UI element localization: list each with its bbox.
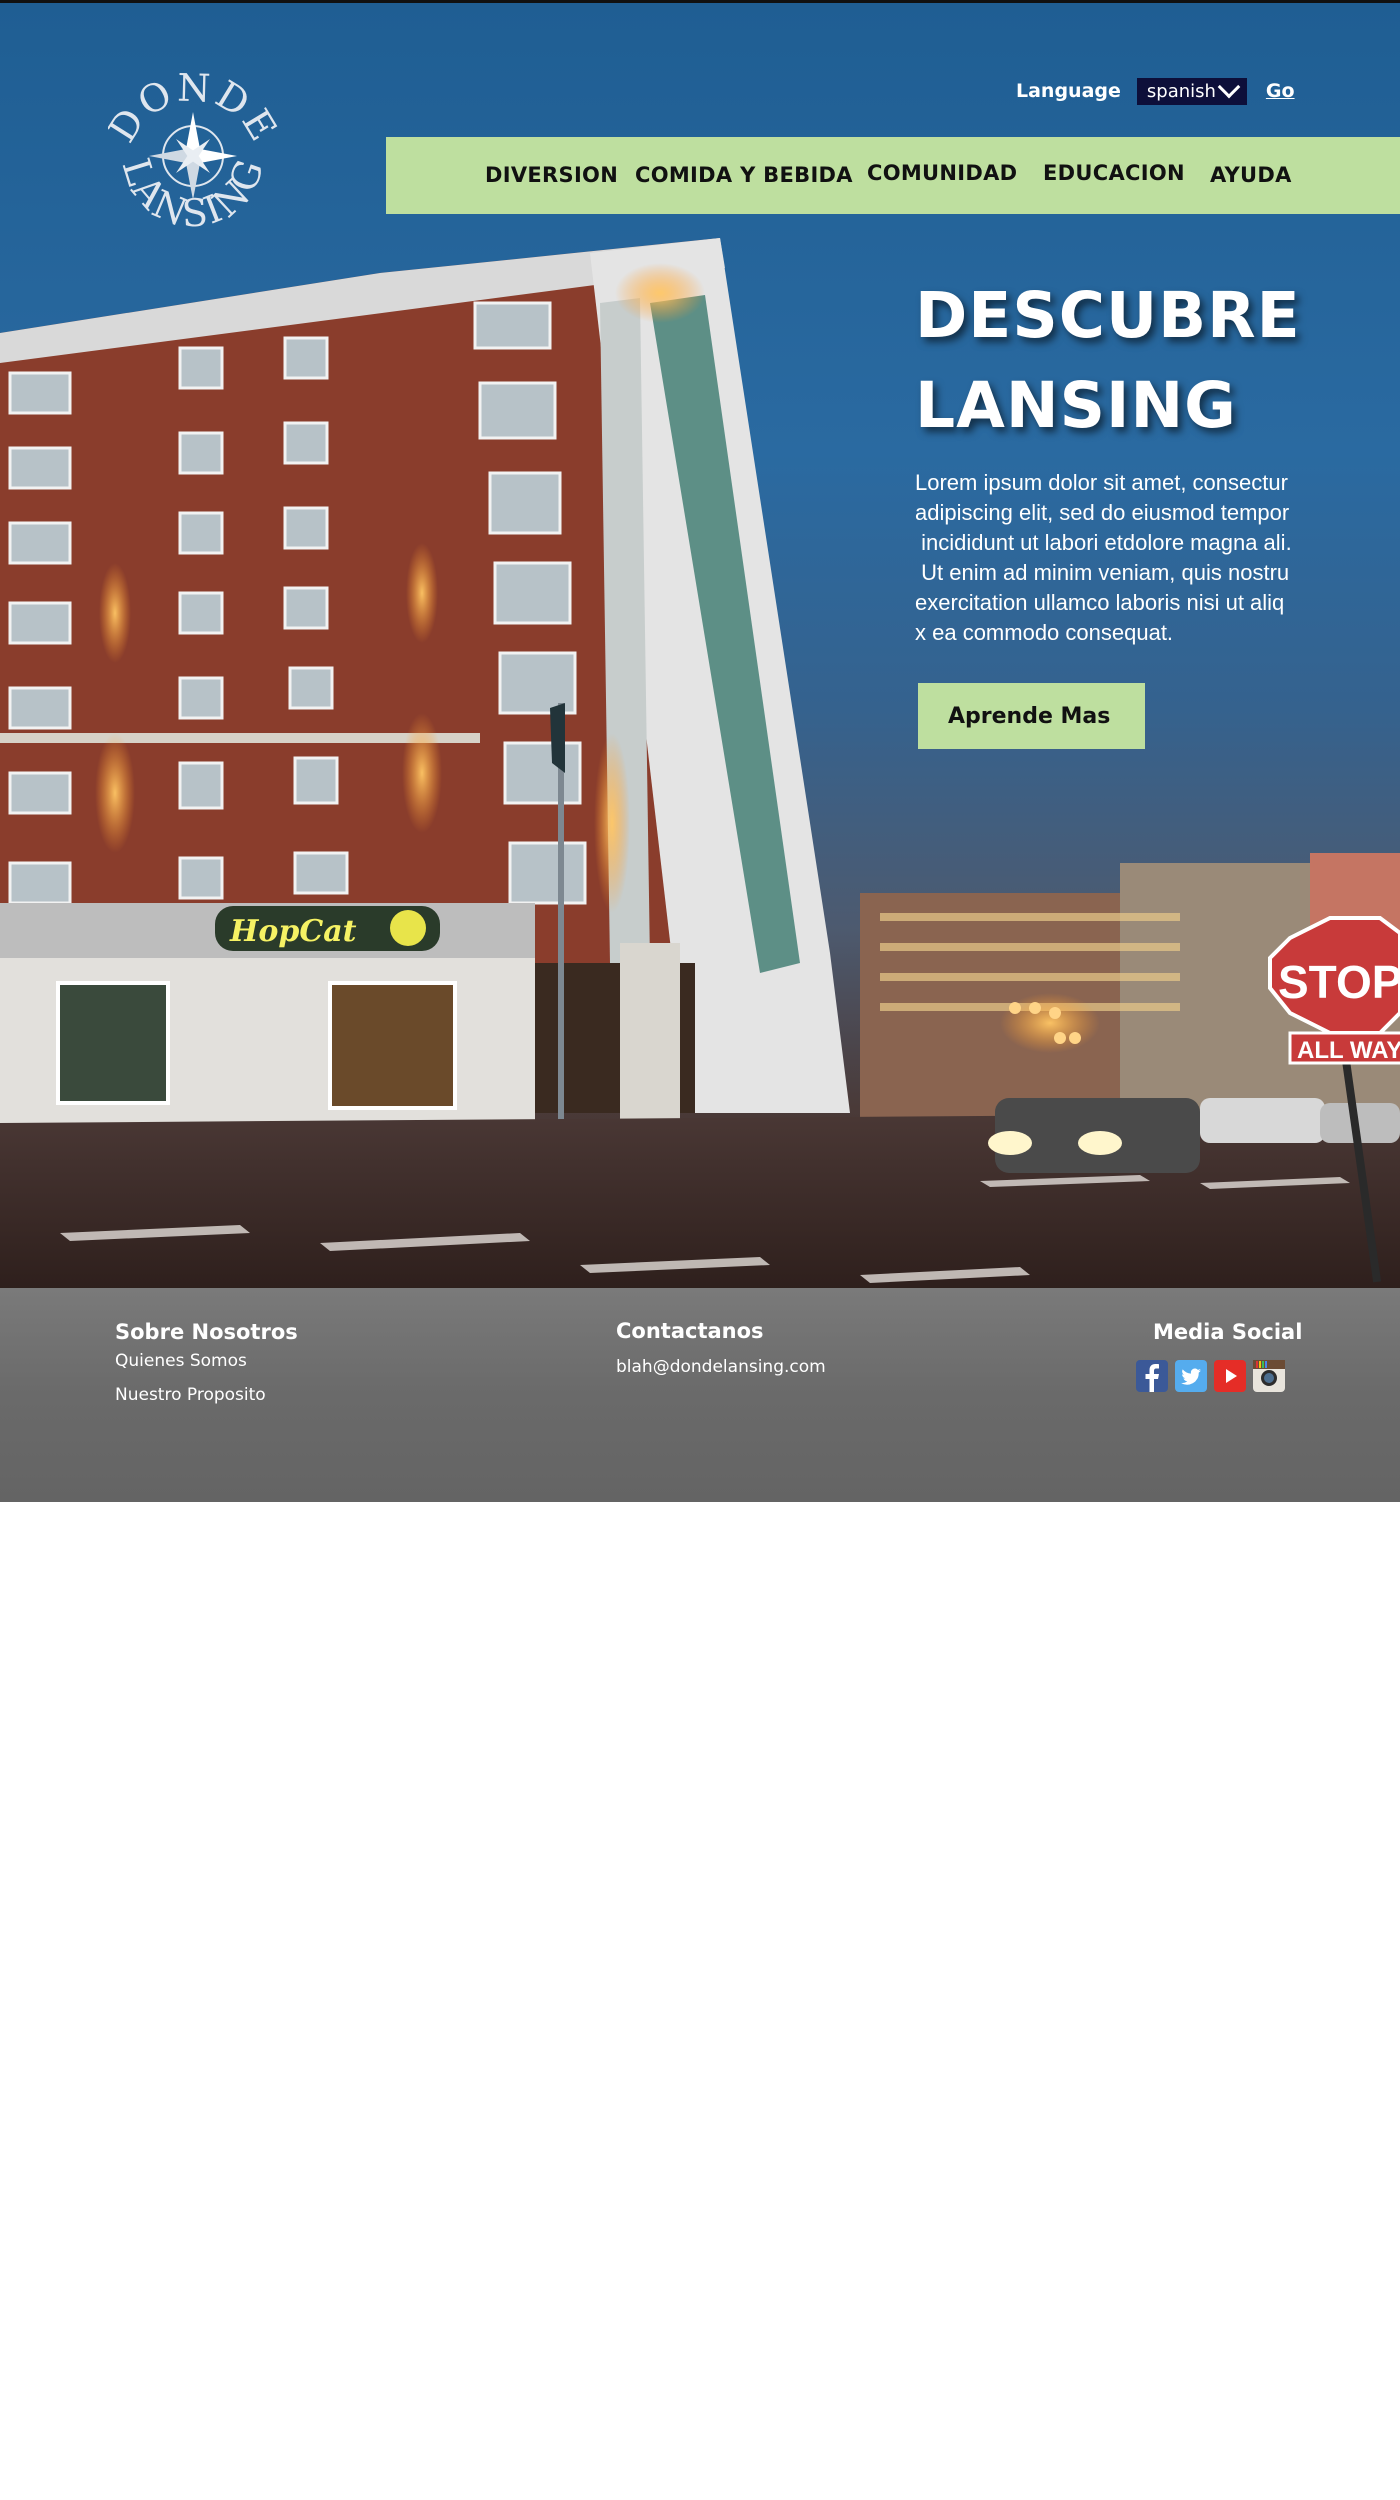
main-nav: DIVERSION COMIDA Y BEBIDA COMUNIDAD EDUC… bbox=[386, 137, 1400, 214]
facebook-icon[interactable] bbox=[1136, 1360, 1168, 1392]
hero-section: HopCat STOP ALL WAY OND LANSING Language… bbox=[0, 0, 1400, 1288]
hero-title-line-1: DESCUBRE bbox=[915, 279, 1301, 352]
language-select[interactable]: spanish bbox=[1136, 75, 1247, 105]
language-selected-value: spanish bbox=[1146, 80, 1216, 102]
social-heading: Media Social bbox=[1153, 1320, 1303, 1344]
instagram-icon[interactable] bbox=[1253, 1360, 1285, 1392]
hero-description-line: Lorem ipsum dolor sit amet, consectur bbox=[915, 470, 1288, 495]
nav-item-diversion[interactable]: DIVERSION bbox=[485, 163, 618, 187]
stop-sign: STOP bbox=[1278, 956, 1400, 1008]
chevron-down-icon bbox=[1217, 75, 1241, 98]
hero-description: Lorem ipsum dolor sit amet, consectur ad… bbox=[915, 468, 1295, 648]
footer: Sobre Nosotros Quienes Somos Nuestro Pro… bbox=[0, 1288, 1400, 1502]
language-selector-row: Language spanish Go bbox=[1016, 75, 1295, 105]
nav-item-ayuda[interactable]: AYUDA bbox=[1210, 163, 1292, 187]
about-link-nuestro-proposito[interactable]: Nuestro Proposito bbox=[115, 1385, 266, 1405]
about-heading: Sobre Nosotros bbox=[115, 1320, 298, 1344]
nav-item-educacion[interactable]: EDUCACION bbox=[1043, 161, 1185, 185]
hero-description-line: incididunt ut labori etdolore magna ali. bbox=[915, 530, 1292, 555]
nav-item-comunidad[interactable]: COMUNIDAD bbox=[867, 161, 1017, 185]
hero-description-line: exercitation ullamco laboris nisi ut ali… bbox=[915, 590, 1285, 615]
go-link[interactable]: Go bbox=[1266, 80, 1295, 102]
donde-lansing-logo[interactable]: DONDE LANSING bbox=[108, 71, 278, 241]
twitter-icon[interactable] bbox=[1175, 1360, 1207, 1392]
hopcat-sign: HopCat bbox=[229, 914, 357, 949]
aprende-mas-button[interactable]: Aprende Mas bbox=[918, 683, 1145, 749]
language-label: Language bbox=[1016, 80, 1121, 102]
social-icons bbox=[1136, 1360, 1285, 1392]
hero-description-line: adipiscing elit, sed do eiusmod tempor bbox=[915, 500, 1290, 525]
hero-description-line: Ut enim ad minim veniam, quis nostru bbox=[915, 560, 1290, 585]
contact-heading: Contactanos bbox=[616, 1319, 764, 1343]
all-way-sign: ALL WAY bbox=[1297, 1037, 1400, 1064]
hero-title-line-2: LANSING bbox=[915, 369, 1237, 442]
hero-description-line: x ea commodo consequat. bbox=[915, 620, 1174, 645]
contact-email-link[interactable]: blah@dondelansing.com bbox=[616, 1357, 826, 1377]
youtube-icon[interactable] bbox=[1214, 1360, 1246, 1392]
nav-item-comida-y-bebida[interactable]: COMIDA Y BEBIDA bbox=[635, 163, 853, 187]
about-link-quienes-somos[interactable]: Quienes Somos bbox=[115, 1351, 247, 1371]
hero-title: DESCUBRE LANSING bbox=[915, 271, 1355, 451]
